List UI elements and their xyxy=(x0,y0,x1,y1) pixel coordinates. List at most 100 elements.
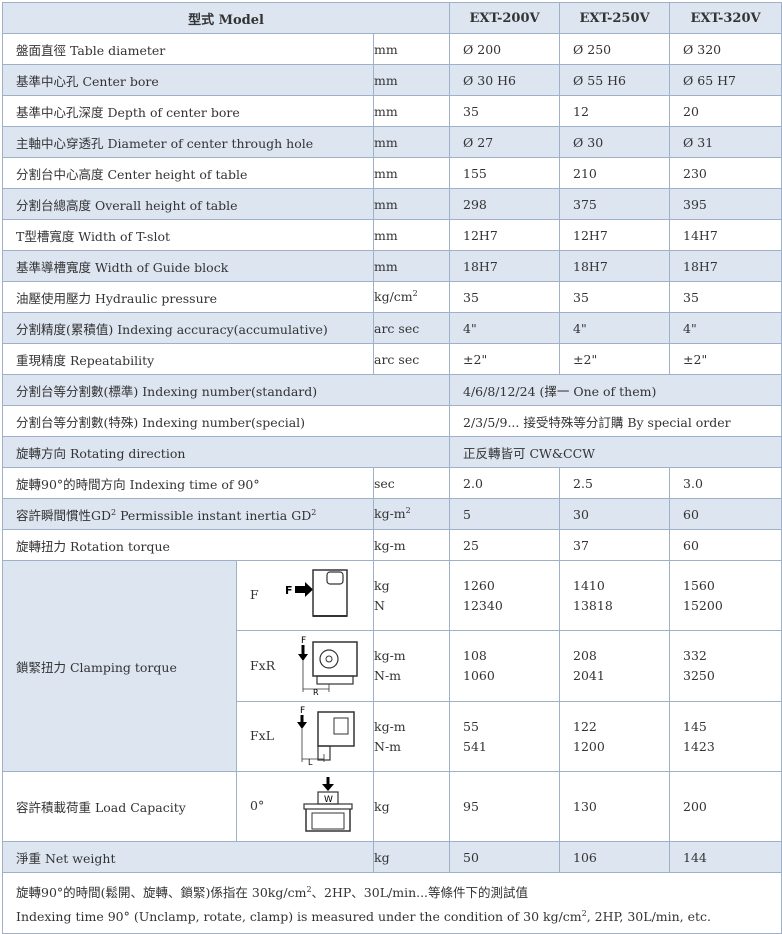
table-row: 旋轉扭力 Rotation torque kg-m 25 37 60 xyxy=(2,529,782,561)
row-unit: arc sec xyxy=(372,312,451,344)
value-ext250v: 106 xyxy=(559,841,671,873)
unit-text: kg-m xyxy=(374,506,406,522)
table-row: 分割台等分割數(標準) Indexing number(standard) 4/… xyxy=(1,374,782,406)
value-ext200v: 95 xyxy=(449,771,561,842)
row-unit: kg-m xyxy=(372,529,451,561)
value-b: 1200 xyxy=(573,738,605,754)
value-ext320v: ±2" xyxy=(669,343,782,375)
load-label: 容許積載荷重 Load Capacity xyxy=(2,771,237,842)
table-row: 重現精度 Repeatability arc sec ±2" ±2" ±2" xyxy=(2,343,782,375)
table-row: 分割台總高度 Overall height of table mm 298 37… xyxy=(2,188,782,220)
spec-table: 型式 Model EXT-200V EXT-250V EXT-320V 盤面直徑… xyxy=(1,2,782,934)
value-ext320v: 20 xyxy=(669,95,782,127)
value-ext200v: Ø 30 H6 xyxy=(449,64,561,96)
load-type-cell: 0° W xyxy=(236,771,374,842)
footnote-text: Indexing time 90° (Unclamp, rotate, clam… xyxy=(16,909,582,925)
row-label: 基準中心孔深度 Depth of center bore xyxy=(2,95,374,127)
value-a: 122 xyxy=(573,718,597,734)
fig-r-letter: R xyxy=(313,688,319,696)
row-unit: mm xyxy=(372,219,451,251)
table-row: 分割精度(累積值) Indexing accuracy(accumulative… xyxy=(2,312,782,344)
value-ext200v: 155 xyxy=(449,157,561,189)
row-label: 分割精度(累積值) Indexing accuracy(accumulative… xyxy=(2,312,374,344)
value-b: 13818 xyxy=(573,597,613,613)
value-ext200v: ±2" xyxy=(449,343,561,375)
value-a: 108 xyxy=(463,648,487,663)
value-ext320v: 14H7 xyxy=(669,219,782,251)
table-row: 盤面直徑 Table diameter mm Ø 200 Ø 250 Ø 320 xyxy=(2,33,782,65)
label-superscript-2: 2 xyxy=(311,507,317,517)
clamp-type-cell: F F xyxy=(236,560,374,631)
clamp-f-diagram-icon: F xyxy=(283,566,349,625)
value-a: 145 xyxy=(683,718,707,734)
table-row: 主軸中心穿透孔 Diameter of center through hole … xyxy=(2,126,782,158)
row-label: 主軸中心穿透孔 Diameter of center through hole xyxy=(2,126,374,158)
value-ext320v: 4" xyxy=(669,312,782,344)
value-ext250v: 30 xyxy=(559,498,671,530)
row-label: 分割台總高度 Overall height of table xyxy=(2,188,374,220)
value-ext250v: Ø 250 xyxy=(559,33,671,65)
value-ext200v: 1260 12340 xyxy=(449,560,561,631)
header-ext250v: EXT-250V xyxy=(559,2,671,34)
value-a: 332 xyxy=(683,648,707,663)
value-ext200v: 18H7 xyxy=(449,250,561,282)
header-row: 型式 Model EXT-200V EXT-250V EXT-320V xyxy=(1,2,782,34)
clamp-units: kg-m N-m xyxy=(372,630,451,702)
value-ext320v: 1560 15200 xyxy=(669,560,782,631)
value-a: 208 xyxy=(573,648,597,663)
value-ext250v: Ø 55 H6 xyxy=(559,64,671,96)
merged-value: 2/3/5/9... 接受特殊等分訂購 By special order xyxy=(449,405,782,437)
value-b: 2041 xyxy=(573,668,605,683)
value-ext200v: 5 xyxy=(449,498,561,530)
value-ext250v: 122 1200 xyxy=(559,701,671,772)
value-ext250v: 12H7 xyxy=(559,219,671,251)
clamp-fxl-diagram-icon: F L xyxy=(294,704,360,769)
row-label: 旋轉90°的時間方向 Indexing time of 90° xyxy=(2,467,374,499)
unit-a: kg-m xyxy=(374,718,406,734)
unit-b: N-m xyxy=(374,738,402,754)
value-ext200v: 35 xyxy=(449,281,561,313)
load-type-label: 0° xyxy=(250,798,265,813)
value-ext200v: Ø 200 xyxy=(449,33,561,65)
fig-f-letter: F xyxy=(301,636,306,646)
row-label: 分割台等分割數(特殊) Indexing number(special) xyxy=(1,405,451,437)
value-a: 1410 xyxy=(573,577,605,593)
clamp-type-cell: FxR F R xyxy=(236,630,374,702)
value-b: 1060 xyxy=(463,668,495,683)
row-unit: mm xyxy=(372,126,451,158)
unit-a: kg-m xyxy=(374,648,406,663)
row-label: 基準導槽寬度 Width of Guide block xyxy=(2,250,374,282)
row-unit: kg/cm2 xyxy=(372,281,451,313)
footnote: 旋轉90°的時間(鬆開、旋轉、鎖緊)係指在 30kg/cm2、2HP、30L/m… xyxy=(1,871,782,934)
value-a: 1260 xyxy=(463,577,495,593)
value-ext320v: 60 xyxy=(669,498,782,530)
footnote-text: , 2HP, 30L/min, etc. xyxy=(586,909,712,925)
row-label: 淨重 Net weight xyxy=(2,841,374,873)
value-b: 541 xyxy=(463,738,487,754)
table-row: T型槽寬度 Width of T-slot mm 12H7 12H7 14H7 xyxy=(2,219,782,251)
row-unit: arc sec xyxy=(372,343,451,375)
row-unit: mm xyxy=(372,95,451,127)
value-b: 1423 xyxy=(683,738,715,754)
value-ext250v: 35 xyxy=(559,281,671,313)
value-a: 55 xyxy=(463,718,479,734)
table-row: 分割台中心高度 Center height of table mm 155 21… xyxy=(2,157,782,189)
row-unit: mm xyxy=(372,64,451,96)
footnote-line-2: Indexing time 90° (Unclamp, rotate, clam… xyxy=(16,903,781,927)
clamp-label: 鎖緊扭力 Clamping torque xyxy=(2,560,237,772)
footnote-text: 、2HP、30L/min...等條件下的測試值 xyxy=(311,885,529,901)
clamp-units: kg N xyxy=(372,560,451,631)
value-ext320v: 145 1423 xyxy=(669,701,782,772)
header-model: 型式 Model xyxy=(1,2,451,34)
row-label: 容許瞬間慣性GD 2 Permissible instant inertia GD… xyxy=(2,498,374,530)
value-ext320v: Ø 31 xyxy=(669,126,782,158)
footnote-text: 旋轉90°的時間(鬆開、旋轉、鎖緊)係指在 30kg/cm xyxy=(16,885,307,901)
value-b: 12340 xyxy=(463,597,503,613)
value-ext250v: 210 xyxy=(559,157,671,189)
value-ext250v: 2.5 xyxy=(559,467,671,499)
value-ext200v: 55 541 xyxy=(449,701,561,772)
value-ext320v: 332 3250 xyxy=(669,630,782,702)
value-ext250v: 12 xyxy=(559,95,671,127)
row-unit: kg-m2 xyxy=(372,498,451,530)
fig-l-letter: L xyxy=(308,758,313,766)
